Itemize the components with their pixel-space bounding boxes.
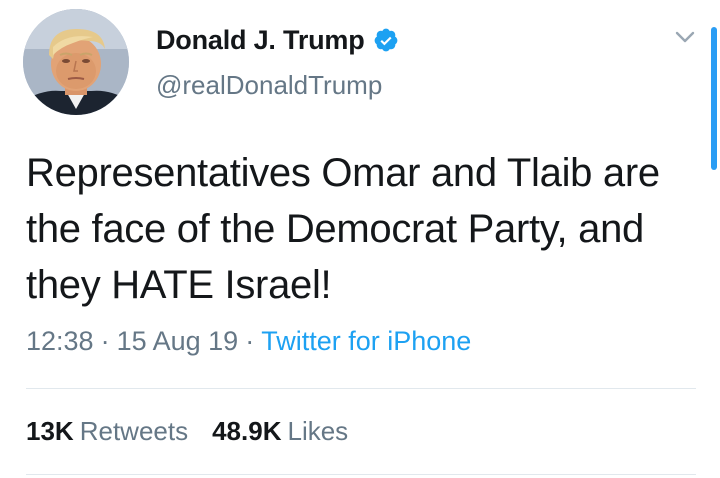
retweets-stat[interactable]: 13K Retweets [26,416,188,447]
author-display-name[interactable]: Donald J. Trump [156,25,365,56]
tweet-metadata: 12:38 · 15 Aug 19 · Twitter for iPhone [26,326,471,357]
tweet-card: Donald J. Trump @realDonaldTrump Represe… [0,0,720,478]
author-name-row: Donald J. Trump [156,20,399,60]
likes-stat[interactable]: 48.9K Likes [212,416,348,447]
divider [26,388,696,389]
avatar[interactable] [23,9,129,115]
tweet-time: 12:38 [26,326,94,356]
likes-label: Likes [287,416,349,446]
retweets-label: Retweets [79,416,189,446]
tweet-date[interactable]: 15 Aug 19 [117,326,239,357]
likes-count: 48.9K [212,416,282,446]
meta-separator: · [245,326,255,356]
tweet-source-link[interactable]: Twitter for iPhone [261,326,471,357]
divider [26,474,696,475]
meta-separator: · [100,326,110,356]
author-handle[interactable]: @realDonaldTrump [156,70,382,101]
retweets-count: 13K [26,416,74,446]
chevron-down-icon[interactable] [672,26,698,48]
tweet-stats: 13K Retweets 48.9K Likes [26,416,348,447]
verified-badge-icon [373,27,399,53]
scrollbar-thumb[interactable] [711,27,717,170]
avatar-image [23,9,129,115]
tweet-text: Representatives Omar and Tlaib are the f… [26,151,660,307]
